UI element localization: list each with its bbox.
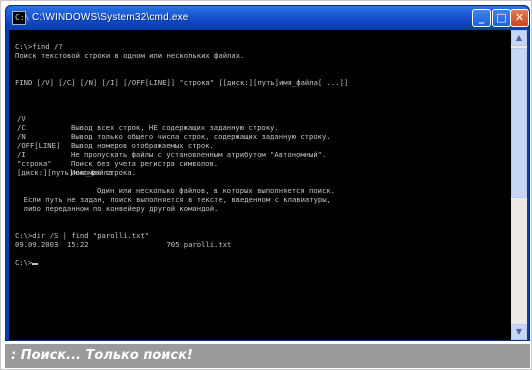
scroll-thumb[interactable] xyxy=(511,48,527,198)
console-line: Если путь не задан, поиск выполняется в … xyxy=(15,195,331,204)
figure-caption: : Поиск... Только поиск! xyxy=(5,344,530,368)
minimize-icon: _ xyxy=(478,11,485,24)
console-line: 09.09.2003 15:22 705 parolli.txt xyxy=(15,240,232,249)
figure-frame: C:\ C:\WINDOWS\System32\cmd.exe _ □ ✕ C:… xyxy=(0,0,532,370)
title-bar[interactable]: C:\ C:\WINDOWS\System32\cmd.exe _ □ ✕ xyxy=(6,6,529,30)
caption-text: : Поиск... Только поиск! xyxy=(11,348,193,363)
option-desc: Один или несколько файлов, в которых вып… xyxy=(71,186,335,195)
console-window: C:\ C:\WINDOWS\System32\cmd.exe _ □ ✕ C:… xyxy=(5,5,530,341)
console-output[interactable]: C:\>find /? Поиск текстовой строки в одн… xyxy=(9,30,511,340)
console-line: Поиск текстовой строки в одном или неско… xyxy=(15,51,245,60)
chevron-down-icon: ▼ xyxy=(515,327,523,336)
scroll-down-button[interactable]: ▼ xyxy=(511,324,527,340)
console-line: C:\>dir /S | find "parolli.txt" xyxy=(15,231,150,240)
scroll-up-button[interactable]: ▲ xyxy=(511,30,527,46)
console-line: C:\>find /? xyxy=(15,42,63,51)
text-cursor xyxy=(32,263,39,265)
maximize-icon: □ xyxy=(496,11,507,24)
prompt-text: C:\> xyxy=(15,258,33,267)
close-button[interactable]: ✕ xyxy=(510,9,529,27)
console-line: либо переданном по конвейеру другой кома… xyxy=(15,204,219,213)
console-icon-glyph: C:\ xyxy=(15,13,30,22)
vertical-scrollbar[interactable]: ▲ ▼ xyxy=(511,30,527,340)
window-title: C:\WINDOWS\System32\cmd.exe xyxy=(32,12,189,23)
close-icon: ✕ xyxy=(514,11,525,24)
console-icon[interactable]: C:\ xyxy=(12,11,30,25)
minimize-button[interactable]: _ xyxy=(472,9,491,27)
console-prompt[interactable]: C:\> xyxy=(15,258,39,267)
chevron-up-icon: ▲ xyxy=(515,33,523,42)
maximize-button[interactable]: □ xyxy=(492,9,511,27)
console-line: FIND [/V] [/C] [/N] [/I] [/OFF[LINE]] "с… xyxy=(15,78,349,87)
